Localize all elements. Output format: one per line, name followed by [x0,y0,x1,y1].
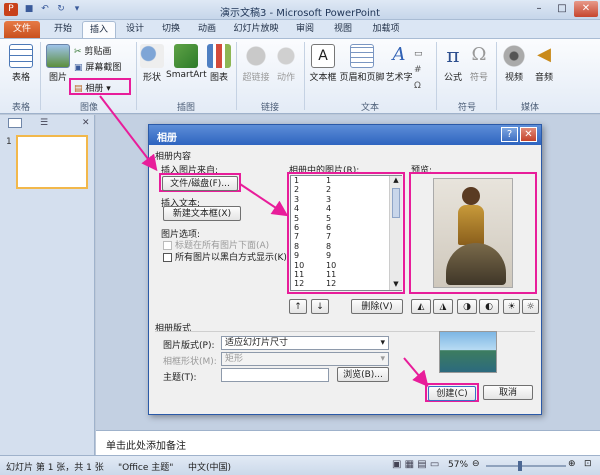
annotation-arrows [99,95,429,388]
arrow-to-create [403,357,429,388]
arrow-to-list [239,183,289,217]
arrow-to-file-button [99,95,158,172]
